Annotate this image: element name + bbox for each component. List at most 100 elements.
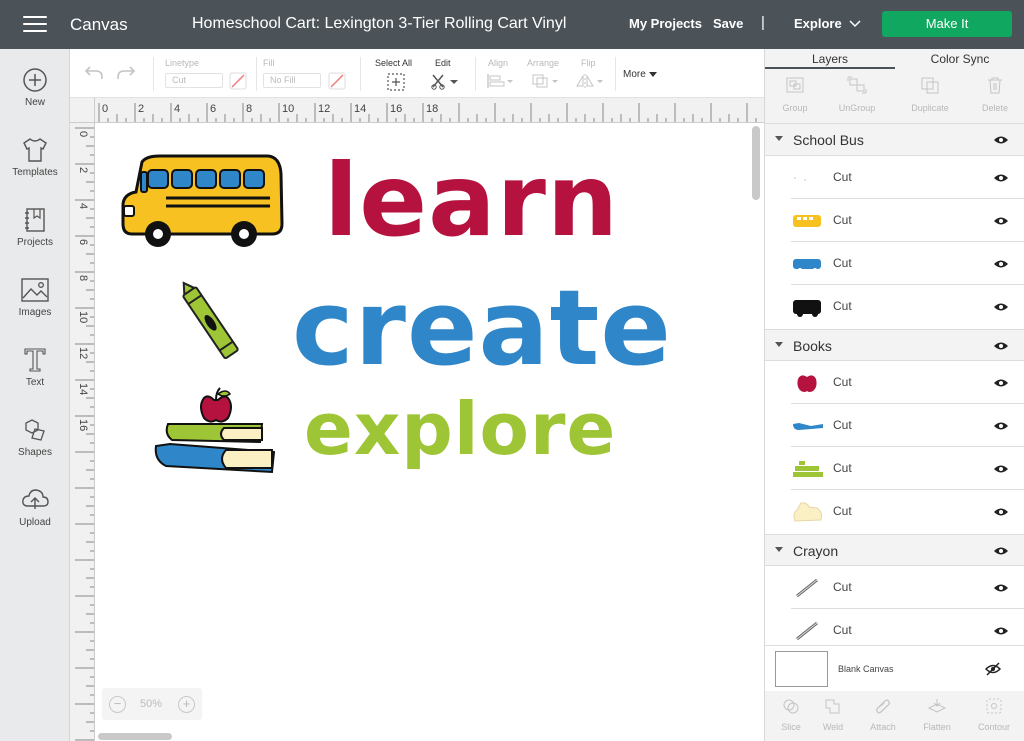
layer-group-crayon[interactable]: Crayon bbox=[765, 534, 1024, 566]
top-bar: Canvas Homeschool Cart: Lexington 3-Tier… bbox=[0, 0, 1024, 49]
eye-icon[interactable] bbox=[993, 302, 1009, 312]
duplicate-button[interactable]: Duplicate bbox=[900, 75, 960, 113]
crayon-thumb-icon bbox=[796, 578, 818, 598]
group-icon bbox=[786, 77, 804, 93]
word-create[interactable]: create bbox=[292, 268, 672, 388]
sidebar-item-text[interactable]: Text bbox=[0, 347, 70, 388]
eye-icon[interactable] bbox=[993, 378, 1009, 388]
flatten-button[interactable]: Flatten bbox=[911, 697, 963, 732]
layers-list: School Bus Cut Cut Cut Cut Books Cut Cut… bbox=[765, 123, 1024, 645]
bus-blue-thumb-icon bbox=[793, 259, 821, 272]
eye-icon[interactable] bbox=[993, 216, 1009, 226]
horizontal-scrollbar[interactable] bbox=[98, 733, 172, 740]
sidebar-label: Templates bbox=[12, 167, 58, 178]
project-title: Homeschool Cart: Lexington 3-Tier Rollin… bbox=[192, 15, 567, 32]
linetype-select[interactable]: Cut bbox=[165, 73, 223, 88]
edit-tools-icon[interactable] bbox=[430, 72, 460, 90]
layer-row[interactable]: Cut bbox=[765, 361, 1024, 404]
zoom-control: − 50% + bbox=[102, 688, 202, 720]
group-button[interactable]: Group bbox=[765, 75, 825, 113]
edit-label: Edit bbox=[435, 58, 451, 68]
sidebar-item-images[interactable]: Images bbox=[0, 277, 70, 318]
tab-layers[interactable]: Layers bbox=[765, 49, 895, 69]
crayon-image[interactable] bbox=[176, 281, 244, 363]
ruler-label: 4 bbox=[174, 103, 180, 115]
ruler-label: 12 bbox=[77, 347, 89, 359]
contour-button[interactable]: Contour bbox=[968, 697, 1020, 732]
chevron-down-icon[interactable] bbox=[849, 17, 861, 29]
blank-canvas-swatch[interactable] bbox=[775, 651, 828, 687]
linetype-color-icon[interactable] bbox=[229, 72, 247, 90]
make-it-button[interactable]: Make It bbox=[882, 11, 1012, 37]
bus-yellow-thumb-icon bbox=[793, 215, 821, 227]
arrange-icon[interactable] bbox=[531, 73, 561, 89]
zoom-out-button[interactable]: − bbox=[109, 696, 126, 713]
eye-icon[interactable] bbox=[993, 421, 1009, 431]
eye-icon[interactable] bbox=[993, 507, 1009, 517]
select-all-icon[interactable] bbox=[386, 72, 406, 92]
sidebar-item-new[interactable]: New bbox=[0, 67, 70, 108]
delete-button[interactable]: Delete bbox=[965, 75, 1024, 113]
layer-row[interactable]: Cut bbox=[765, 404, 1024, 447]
sidebar-label: Text bbox=[25, 377, 45, 388]
books-image[interactable] bbox=[154, 386, 278, 478]
menu-icon[interactable] bbox=[23, 16, 47, 32]
align-icon[interactable] bbox=[485, 73, 515, 89]
caret-down-icon[interactable] bbox=[775, 342, 783, 347]
layer-row[interactable]: Cut bbox=[765, 490, 1024, 533]
caret-down-icon[interactable] bbox=[775, 547, 783, 552]
layer-row[interactable]: Cut bbox=[765, 199, 1024, 242]
eye-icon[interactable] bbox=[993, 546, 1009, 556]
design-canvas[interactable]: learn create explore bbox=[96, 124, 764, 741]
eye-hidden-icon[interactable] bbox=[985, 662, 1001, 676]
eye-icon[interactable] bbox=[993, 341, 1009, 351]
layer-group-school-bus[interactable]: School Bus bbox=[765, 124, 1024, 156]
explore-menu[interactable]: Explore bbox=[794, 16, 842, 31]
fill-select[interactable]: No Fill bbox=[263, 73, 321, 88]
redo-icon[interactable] bbox=[116, 64, 136, 82]
more-menu[interactable]: More bbox=[623, 69, 646, 80]
save-button[interactable]: Save bbox=[713, 16, 743, 31]
layer-name: Cut bbox=[833, 580, 852, 594]
trash-icon bbox=[988, 77, 1002, 94]
eye-icon[interactable] bbox=[993, 135, 1009, 145]
flip-icon[interactable] bbox=[575, 73, 605, 89]
caret-down-icon[interactable] bbox=[649, 72, 657, 78]
weld-button[interactable]: Weld bbox=[807, 697, 859, 732]
layer-row[interactable]: Cut bbox=[765, 285, 1024, 328]
ruler-label: 18 bbox=[426, 103, 438, 115]
undo-icon[interactable] bbox=[84, 64, 104, 82]
sidebar-item-shapes[interactable]: Shapes bbox=[0, 417, 70, 458]
sidebar-label: Images bbox=[18, 307, 52, 318]
ungroup-button[interactable]: UnGroup bbox=[827, 75, 887, 113]
eye-icon[interactable] bbox=[993, 464, 1009, 474]
layer-group-books[interactable]: Books bbox=[765, 329, 1024, 361]
caret-down-icon[interactable] bbox=[775, 136, 783, 141]
layer-row[interactable]: Cut bbox=[765, 566, 1024, 609]
sidebar-label: New bbox=[24, 97, 45, 108]
layer-row[interactable]: Cut bbox=[765, 242, 1024, 285]
sidebar-item-templates[interactable]: Templates bbox=[0, 137, 70, 178]
attach-button[interactable]: Attach bbox=[857, 697, 909, 732]
blank-canvas-row[interactable]: Blank Canvas bbox=[765, 645, 1024, 691]
eye-icon[interactable] bbox=[993, 259, 1009, 269]
sidebar-item-projects[interactable]: Projects bbox=[0, 207, 70, 248]
tab-color-sync[interactable]: Color Sync bbox=[895, 49, 1024, 69]
sidebar-item-upload[interactable]: Upload bbox=[0, 487, 70, 528]
slice-icon bbox=[783, 699, 799, 714]
layer-row[interactable]: Cut bbox=[765, 447, 1024, 490]
my-projects-link[interactable]: My Projects bbox=[629, 16, 702, 31]
fill-color-icon[interactable] bbox=[328, 72, 346, 90]
layer-row[interactable]: Cut bbox=[765, 609, 1024, 645]
vertical-scrollbar[interactable] bbox=[752, 126, 760, 200]
zoom-in-button[interactable]: + bbox=[178, 696, 195, 713]
toolbar-divider bbox=[615, 57, 616, 91]
school-bus-image[interactable] bbox=[120, 154, 284, 250]
word-learn[interactable]: learn bbox=[324, 146, 619, 256]
eye-icon[interactable] bbox=[993, 626, 1009, 636]
eye-icon[interactable] bbox=[993, 583, 1009, 593]
word-explore[interactable]: explore bbox=[304, 386, 616, 472]
eye-icon[interactable] bbox=[993, 173, 1009, 183]
layer-row[interactable]: Cut bbox=[765, 156, 1024, 199]
attach-label: Attach bbox=[870, 722, 896, 732]
